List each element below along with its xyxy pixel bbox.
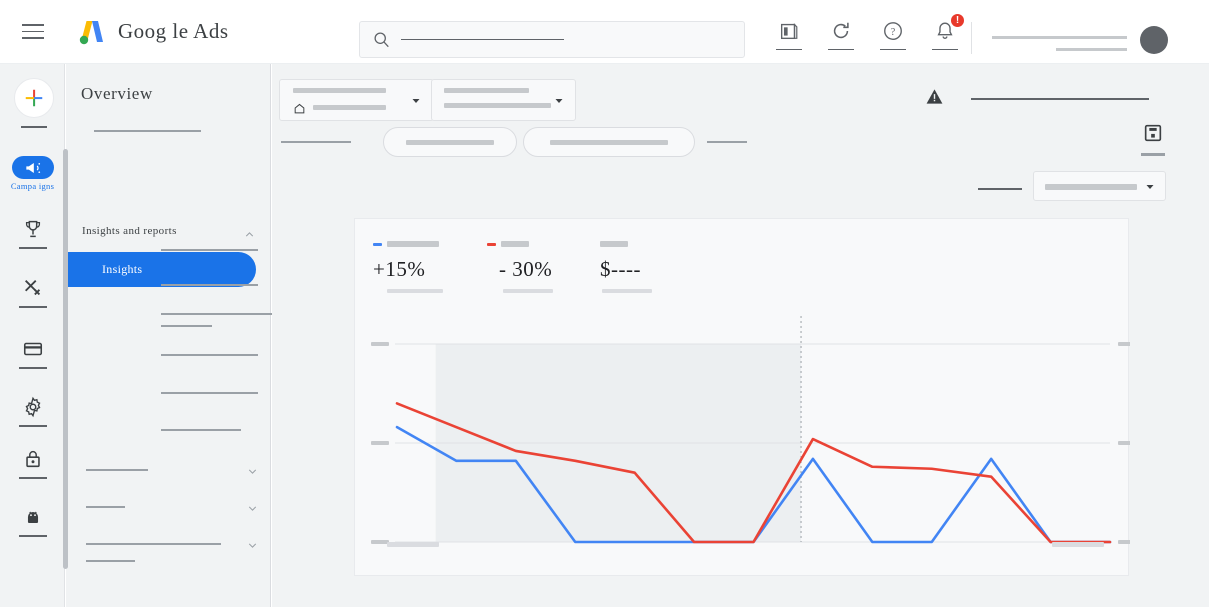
- avatar[interactable]: [1140, 26, 1168, 54]
- header-divider: [971, 22, 972, 54]
- create-button[interactable]: [14, 78, 54, 118]
- list-item[interactable]: [66, 418, 271, 444]
- chevron-down-icon: [246, 465, 259, 483]
- hamburger-icon[interactable]: [22, 19, 48, 45]
- list-item[interactable]: [66, 273, 271, 299]
- trophy-icon: [0, 216, 65, 242]
- x-axis-label-redacted: [1052, 542, 1104, 547]
- sidebar-item-admin[interactable]: [0, 394, 65, 427]
- list-item[interactable]: [66, 314, 271, 340]
- create-label-redacted: [21, 126, 47, 128]
- google-ads-logo-icon: [76, 17, 106, 47]
- sidebar-section-insights-and-reports[interactable]: Insights and reports: [82, 225, 262, 237]
- list-item[interactable]: [66, 343, 271, 369]
- campaign-selector-line1-redacted: [444, 88, 529, 93]
- filter-chip-label-redacted: [406, 139, 494, 145]
- notification-badge: !: [951, 14, 964, 27]
- list-item[interactable]: [66, 549, 271, 575]
- filter-label-right-redacted: [707, 141, 747, 143]
- warning-text-redacted: [971, 98, 1149, 100]
- campaign-selector[interactable]: [431, 79, 576, 121]
- line-chart-plot: [371, 316, 1130, 544]
- account-selector-line1-redacted: [293, 88, 386, 93]
- campaigns-active-pill: [11, 156, 54, 179]
- filter-label-left-redacted: [281, 141, 351, 143]
- nav-rail: Campa igns: [0, 64, 65, 607]
- brand: Goog le Ads: [76, 17, 229, 47]
- period-label-redacted: [978, 188, 1022, 190]
- account-selector[interactable]: [279, 79, 434, 121]
- chevron-down-icon: [553, 94, 565, 112]
- x-axis-label-redacted: [387, 542, 439, 547]
- bug-icon: [0, 504, 65, 530]
- filter-chip[interactable]: [523, 127, 695, 157]
- warning-triangle-icon: [925, 87, 944, 111]
- svg-text:?: ?: [891, 27, 896, 38]
- account-selector-line2-redacted: [313, 105, 386, 110]
- refresh-icon[interactable]: [824, 18, 858, 51]
- lock-icon: [0, 446, 65, 472]
- filter-chip[interactable]: [383, 127, 517, 157]
- search-input[interactable]: [359, 21, 745, 58]
- campaign-selector-line2-redacted: [444, 103, 551, 108]
- account-id-redacted: [1056, 48, 1127, 51]
- reports-icon[interactable]: [772, 18, 806, 51]
- list-item-collapsible[interactable]: [66, 495, 271, 521]
- sidebar-item-goals[interactable]: [0, 216, 65, 249]
- sidebar-section-label: Insights and reports: [82, 225, 177, 237]
- chevron-down-icon: [410, 94, 422, 112]
- tools-icon: [0, 275, 65, 301]
- search-placeholder-redacted: [401, 38, 564, 41]
- save-report-button[interactable]: [1141, 122, 1165, 156]
- home-icon: [293, 102, 306, 120]
- billing-card-icon: [0, 336, 65, 362]
- warning-banner: [925, 87, 1149, 111]
- sidebar-subtitle-redacted: [94, 130, 201, 132]
- search-icon: [373, 31, 390, 48]
- sidebar-nav-panel: Overview Insights and reports Insights: [63, 64, 286, 607]
- sidebar-item-tools[interactable]: [0, 275, 65, 308]
- list-item-collapsible[interactable]: [66, 458, 271, 484]
- list-item[interactable]: [66, 238, 271, 264]
- filter-chip-label-redacted: [550, 139, 668, 145]
- brand-title: Goog le Ads: [118, 19, 229, 43]
- list-item[interactable]: [66, 381, 271, 407]
- chevron-down-icon: [1144, 180, 1156, 198]
- period-select[interactable]: [1033, 171, 1166, 201]
- help-icon[interactable]: ?: [876, 18, 910, 51]
- sidebar-item-campaigns[interactable]: Campa igns: [0, 156, 65, 191]
- insights-chart-card: +15% - 30% $----: [354, 218, 1130, 576]
- sidebar-item-label: Campa igns: [10, 181, 55, 191]
- save-disk-icon: [1142, 124, 1164, 148]
- sidebar-item-security[interactable]: [0, 446, 65, 479]
- notifications-icon[interactable]: !: [928, 14, 964, 51]
- megaphone-icon: [25, 162, 40, 173]
- chevron-down-icon: [246, 502, 259, 520]
- period-select-value-redacted: [1045, 184, 1137, 190]
- save-label-redacted: [1141, 153, 1165, 156]
- gear-icon: [0, 394, 65, 420]
- page-title: Overview: [81, 84, 153, 103]
- main-content: +15% - 30% $----: [272, 64, 1209, 607]
- sidebar-item-billing[interactable]: [0, 336, 65, 369]
- sidebar-item-dev[interactable]: [0, 504, 65, 537]
- account-name-redacted: [992, 36, 1127, 39]
